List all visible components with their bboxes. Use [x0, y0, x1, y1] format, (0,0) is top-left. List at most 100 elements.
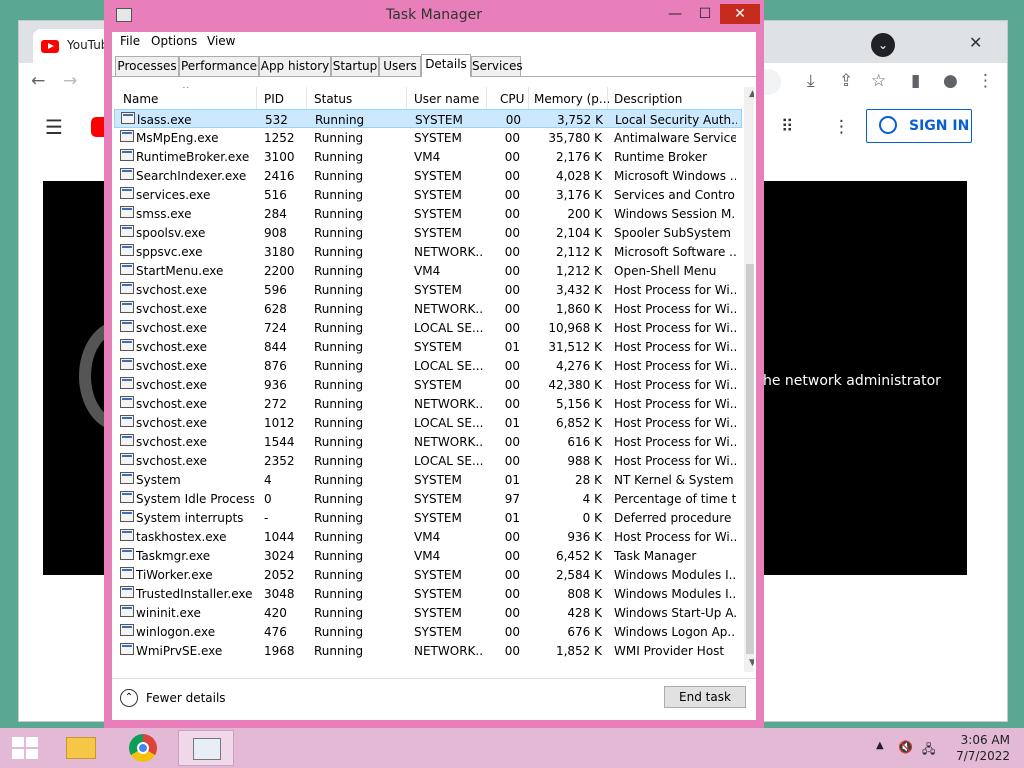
- back-icon[interactable]: ←: [31, 71, 45, 91]
- end-task-button[interactable]: End task: [664, 686, 746, 708]
- column-divider[interactable]: [486, 87, 487, 109]
- tab-performance[interactable]: Performance: [179, 56, 259, 76]
- taskbar-chrome[interactable]: [116, 730, 172, 766]
- tab-app-history[interactable]: App history: [259, 56, 331, 76]
- table-row[interactable]: svchost.exe 2352 Running LOCAL SE... 00 988 K…: [114, 451, 742, 470]
- network-icon[interactable]: 🖧: [922, 740, 935, 761]
- download-icon[interactable]: ⤓: [807, 71, 815, 91]
- tab-startup[interactable]: Startup: [331, 56, 379, 76]
- column-divider[interactable]: [306, 87, 307, 109]
- bookmark-star-icon[interactable]: ☆: [871, 71, 886, 91]
- row-cpu: 01: [504, 416, 520, 430]
- row-pid: 876: [264, 359, 287, 373]
- hamburger-menu-icon[interactable]: ☰: [45, 117, 63, 137]
- table-row[interactable]: System 4 Running SYSTEM 01 28 K NT Kernel & Sy…: [114, 470, 742, 489]
- table-row[interactable]: WmiPrvSE.exe 1968 Running NETWORK... 00 1,852…: [114, 641, 742, 660]
- table-row[interactable]: System interrupts - Running SYSTEM 01 0 K Defe…: [114, 508, 742, 527]
- volume-muted-icon[interactable]: 🔇: [898, 740, 913, 754]
- settings-more-icon[interactable]: ⋮: [833, 117, 850, 137]
- table-row[interactable]: svchost.exe 876 Running LOCAL SE... 00 4,276 …: [114, 356, 742, 375]
- menu-options[interactable]: Options: [151, 34, 197, 48]
- table-row[interactable]: TiWorker.exe 2052 Running SYSTEM 00 2,584 K Wi…: [114, 565, 742, 584]
- table-row[interactable]: svchost.exe 1012 Running LOCAL SE... 01 6,852…: [114, 413, 742, 432]
- header-name[interactable]: Name: [123, 92, 158, 106]
- forward-icon[interactable]: →: [63, 71, 77, 91]
- start-button-windows-icon[interactable]: [12, 737, 38, 759]
- table-row[interactable]: sppsvc.exe 3180 Running NETWORK... 00 2,112 K…: [114, 242, 742, 261]
- column-divider[interactable]: [528, 87, 529, 109]
- scroll-up-icon[interactable]: ▲: [744, 89, 754, 99]
- row-description: Microsoft Windows ...: [614, 169, 736, 183]
- row-pid: 596: [264, 283, 287, 297]
- column-divider[interactable]: [256, 87, 257, 109]
- table-row[interactable]: smss.exe 284 Running SYSTEM 00 200 K Windows S…: [114, 204, 742, 223]
- maximize-icon[interactable]: ☐: [690, 4, 720, 24]
- table-row[interactable]: SearchIndexer.exe 2416 Running SYSTEM 00 4,02…: [114, 166, 742, 185]
- header-cpu[interactable]: CPU: [500, 92, 524, 106]
- table-row[interactable]: svchost.exe 628 Running NETWORK... 00 1,860 K…: [114, 299, 742, 318]
- system-clock[interactable]: 3:06 AM 7/7/2022: [950, 732, 1010, 764]
- table-row[interactable]: spoolsv.exe 908 Running SYSTEM 00 2,104 K Spoo…: [114, 223, 742, 242]
- menu-file[interactable]: File: [120, 34, 140, 48]
- table-row[interactable]: RuntimeBroker.exe 3100 Running VM4 00 2,176 K…: [114, 147, 742, 166]
- table-row[interactable]: svchost.exe 272 Running NETWORK... 00 5,156 K…: [114, 394, 742, 413]
- title-bar[interactable]: Task Manager — ☐ ✕: [104, 0, 764, 32]
- header-status[interactable]: Status: [314, 92, 352, 106]
- show-hidden-icons-icon[interactable]: ▲: [876, 740, 884, 751]
- table-row[interactable]: System Idle Process 0 Running SYSTEM 97 4 K Pe…: [114, 489, 742, 508]
- chrome-menu-icon[interactable]: ⋮: [977, 71, 994, 91]
- table-row[interactable]: winlogon.exe 476 Running SYSTEM 00 676 K Windo…: [114, 622, 742, 641]
- process-icon: [120, 225, 134, 237]
- process-icon: [120, 624, 134, 636]
- row-description: Host Process for Wi...: [614, 454, 736, 468]
- column-divider[interactable]: [406, 87, 407, 109]
- minimize-icon[interactable]: —: [660, 4, 690, 24]
- close-icon[interactable]: ✕: [720, 4, 760, 24]
- table-row[interactable]: svchost.exe 596 Running SYSTEM 00 3,432 K Host…: [114, 280, 742, 299]
- header-memory[interactable]: Memory (p...: [534, 92, 610, 106]
- table-row[interactable]: svchost.exe 936 Running SYSTEM 00 42,380 K Hos…: [114, 375, 742, 394]
- menu-view[interactable]: View: [207, 34, 235, 48]
- apps-grid-icon[interactable]: ⠿: [781, 117, 793, 137]
- process-icon: [120, 529, 134, 541]
- tab-services[interactable]: Services: [471, 56, 523, 76]
- process-icon: [120, 567, 134, 579]
- header-description[interactable]: Description: [614, 92, 682, 106]
- column-divider[interactable]: [607, 87, 608, 109]
- profile-icon[interactable]: ●: [943, 71, 958, 91]
- table-row[interactable]: svchost.exe 844 Running SYSTEM 01 31,512 K Hos…: [114, 337, 742, 356]
- taskbar-task-manager[interactable]: [178, 730, 234, 766]
- scroll-down-icon[interactable]: ▼: [744, 658, 754, 668]
- table-row[interactable]: StartMenu.exe 2200 Running VM4 00 1,212 K Open…: [114, 261, 742, 280]
- row-user-name: NETWORK...: [414, 302, 484, 316]
- taskbar-file-explorer[interactable]: [52, 730, 108, 766]
- row-pid: 2416: [264, 169, 295, 183]
- table-row[interactable]: svchost.exe 1544 Running NETWORK... 00 616 K H…: [114, 432, 742, 451]
- share-icon[interactable]: ⇪: [839, 71, 853, 91]
- table-row[interactable]: MsMpEng.exe 1252 Running SYSTEM 00 35,780 K An…: [114, 128, 742, 147]
- scrollbar-thumb[interactable]: [746, 264, 754, 654]
- tab-processes[interactable]: Processes: [115, 56, 179, 76]
- table-row[interactable]: lsass.exe 532 Running SYSTEM 00 3,752 K Local …: [114, 109, 742, 128]
- vertical-scrollbar[interactable]: ▲ ▼: [744, 87, 754, 672]
- row-description: Local Security Auth...: [615, 113, 737, 127]
- browser-close-icon[interactable]: ✕: [969, 33, 982, 52]
- table-row[interactable]: TrustedInstaller.exe 3048 Running SYSTEM 00 8…: [114, 584, 742, 603]
- table-row[interactable]: taskhostex.exe 1044 Running VM4 00 936 K Host …: [114, 527, 742, 546]
- table-row[interactable]: Taskmgr.exe 3024 Running VM4 00 6,452 K Task M…: [114, 546, 742, 565]
- header-user-name[interactable]: User name: [414, 92, 479, 106]
- process-icon: [120, 605, 134, 617]
- sign-in-button[interactable]: SIGN IN: [866, 109, 972, 143]
- row-cpu: 00: [504, 530, 520, 544]
- row-status: Running: [314, 530, 364, 544]
- header-pid[interactable]: PID: [264, 92, 284, 106]
- row-status: Running: [314, 207, 364, 221]
- row-description: Spooler SubSystem ...: [614, 226, 736, 240]
- side-panel-icon[interactable]: ▮: [911, 71, 920, 91]
- table-row[interactable]: wininit.exe 420 Running SYSTEM 00 428 K Window…: [114, 603, 742, 622]
- table-row[interactable]: services.exe 516 Running SYSTEM 00 3,176 K Ser…: [114, 185, 742, 204]
- tab-users[interactable]: Users: [379, 56, 421, 76]
- tab-details[interactable]: Details: [421, 54, 471, 77]
- table-row[interactable]: svchost.exe 724 Running LOCAL SE... 00 10,968…: [114, 318, 742, 337]
- tab-search-icon[interactable]: ⌄: [871, 33, 895, 57]
